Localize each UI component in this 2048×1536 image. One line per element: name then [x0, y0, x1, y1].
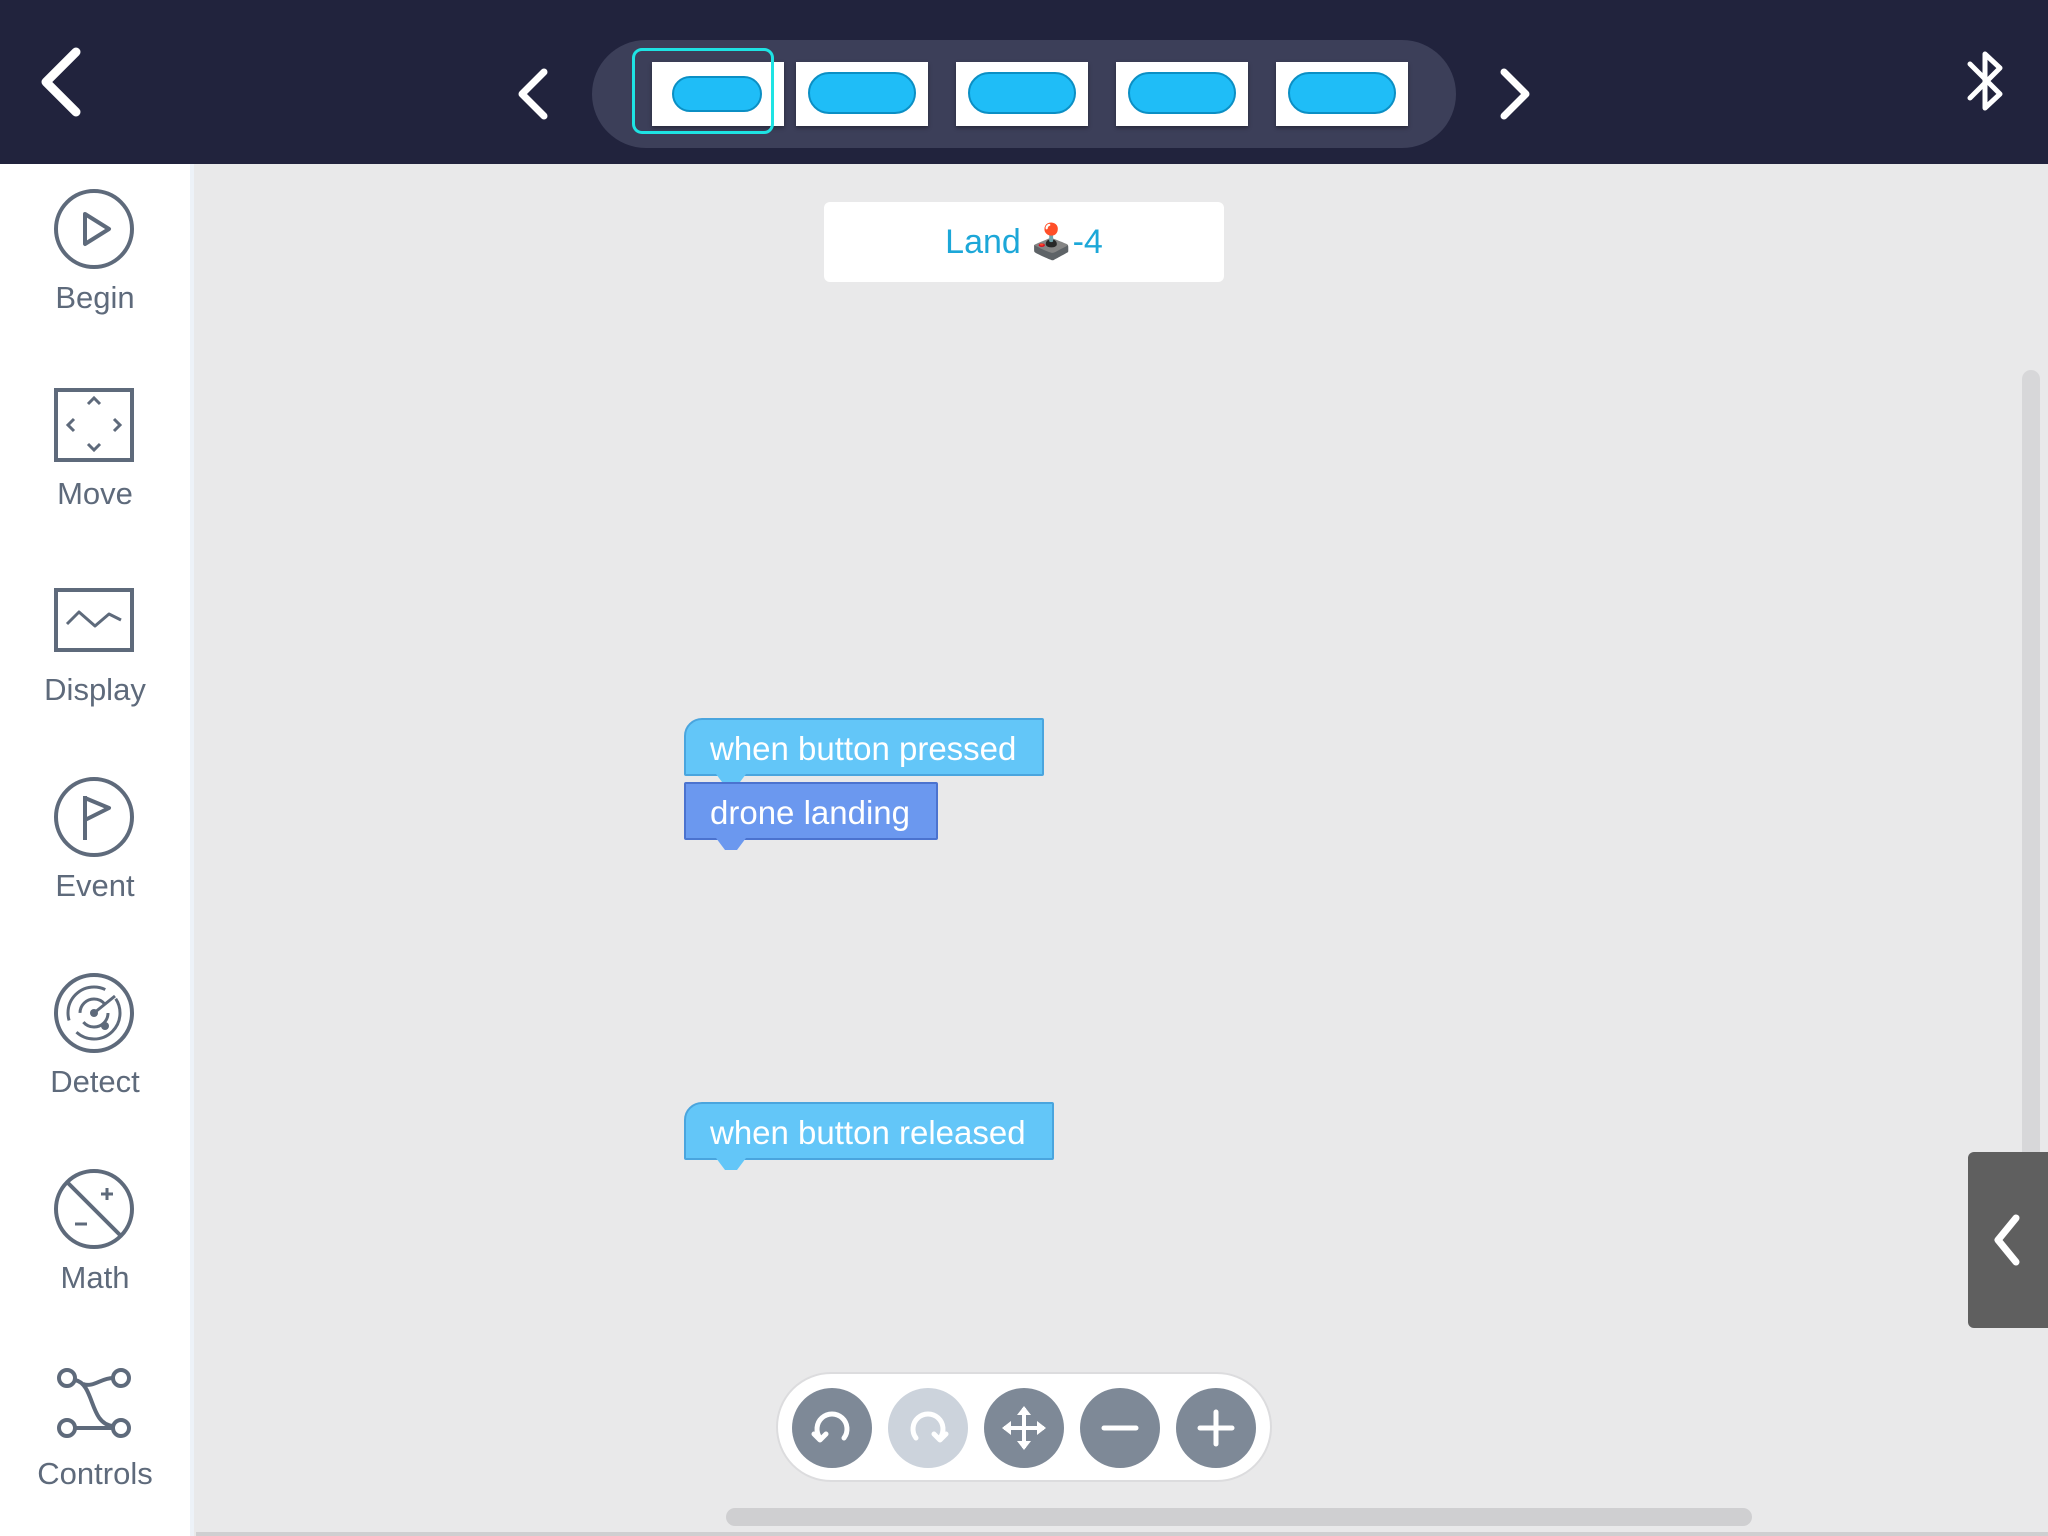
vertical-scrollbar[interactable] [2022, 370, 2040, 1180]
program-title[interactable]: Land 🕹️-4 [824, 202, 1224, 282]
block-connector [716, 838, 746, 850]
slot-pill [672, 76, 762, 112]
slot-4[interactable] [1116, 62, 1248, 126]
category-label: Detect [50, 1064, 140, 1099]
bluetooth-button[interactable] [1964, 46, 2008, 116]
undo-icon [811, 1411, 850, 1443]
category-move[interactable]: Move [0, 360, 190, 511]
open-panel-button[interactable] [1968, 1152, 2048, 1328]
move-canvas-icon [1002, 1406, 1046, 1450]
category-display[interactable]: Display [0, 556, 190, 707]
workspace-bottom-edge [196, 1532, 2048, 1536]
slot-pill [1288, 72, 1396, 114]
zoom-out-button[interactable] [1080, 1388, 1160, 1468]
slot-track [592, 40, 1456, 148]
next-slot-button[interactable] [1488, 66, 1538, 122]
category-label: Math [60, 1260, 130, 1295]
joystick-icon: 🕹️ [1030, 223, 1073, 261]
slot-pill [808, 72, 916, 114]
back-button[interactable] [34, 42, 94, 122]
workspace-toolbar [776, 1372, 1272, 1482]
slot-5[interactable] [1276, 62, 1408, 126]
chevron-left-icon [1994, 1214, 2020, 1266]
category-sidebar: Begin Move Display Event Detect Math Con… [0, 164, 194, 1536]
bluetooth-icon [1967, 51, 2003, 111]
drone-landing-block[interactable]: drone landing [684, 782, 938, 850]
program-title-suffix: -4 [1072, 223, 1103, 261]
when-button-released-block[interactable]: when button released [684, 1102, 1054, 1170]
category-detect[interactable]: Detect [0, 948, 190, 1099]
block-label: when button released [710, 1114, 1026, 1151]
chevron-left-icon [518, 68, 548, 120]
category-label: Begin [55, 280, 135, 315]
horizontal-scrollbar[interactable] [726, 1508, 1752, 1526]
controls-icon [57, 1368, 131, 1438]
slot-pill [1128, 72, 1236, 114]
back-arrow-icon [41, 47, 81, 117]
category-controls[interactable]: Controls [0, 1340, 190, 1491]
slot-1[interactable] [652, 62, 784, 126]
previous-slot-button[interactable] [510, 66, 560, 122]
category-label: Move [57, 476, 133, 511]
display-icon [54, 588, 134, 652]
zoom-in-button[interactable] [1176, 1388, 1256, 1468]
program-title-text: Land [945, 223, 1031, 261]
category-math[interactable]: Math [0, 1144, 190, 1295]
redo-button[interactable] [888, 1388, 968, 1468]
block-label: drone landing [710, 794, 910, 831]
category-event[interactable]: Event [0, 752, 190, 903]
pan-canvas-button[interactable] [984, 1388, 1064, 1468]
slot-3[interactable] [956, 62, 1088, 126]
category-label: Controls [37, 1456, 153, 1491]
category-label: Event [55, 868, 135, 903]
category-begin[interactable]: Begin [0, 164, 190, 315]
redo-icon [910, 1411, 949, 1443]
chevron-right-icon [1500, 68, 1530, 120]
radar-icon [54, 973, 134, 1053]
flag-icon [54, 777, 134, 857]
top-bar [0, 0, 2048, 164]
slot-2[interactable] [796, 62, 928, 126]
zoom-in-icon [1197, 1409, 1235, 1447]
block-label: when button pressed [710, 730, 1017, 767]
move-icon [54, 388, 134, 462]
block-connector [716, 1158, 746, 1170]
category-label: Display [44, 672, 146, 707]
undo-button[interactable] [792, 1388, 872, 1468]
play-icon [54, 189, 134, 269]
slot-pill [968, 72, 1076, 114]
math-icon [54, 1169, 134, 1249]
when-button-pressed-block[interactable]: when button pressed [684, 718, 1045, 786]
zoom-out-icon [1101, 1425, 1139, 1431]
